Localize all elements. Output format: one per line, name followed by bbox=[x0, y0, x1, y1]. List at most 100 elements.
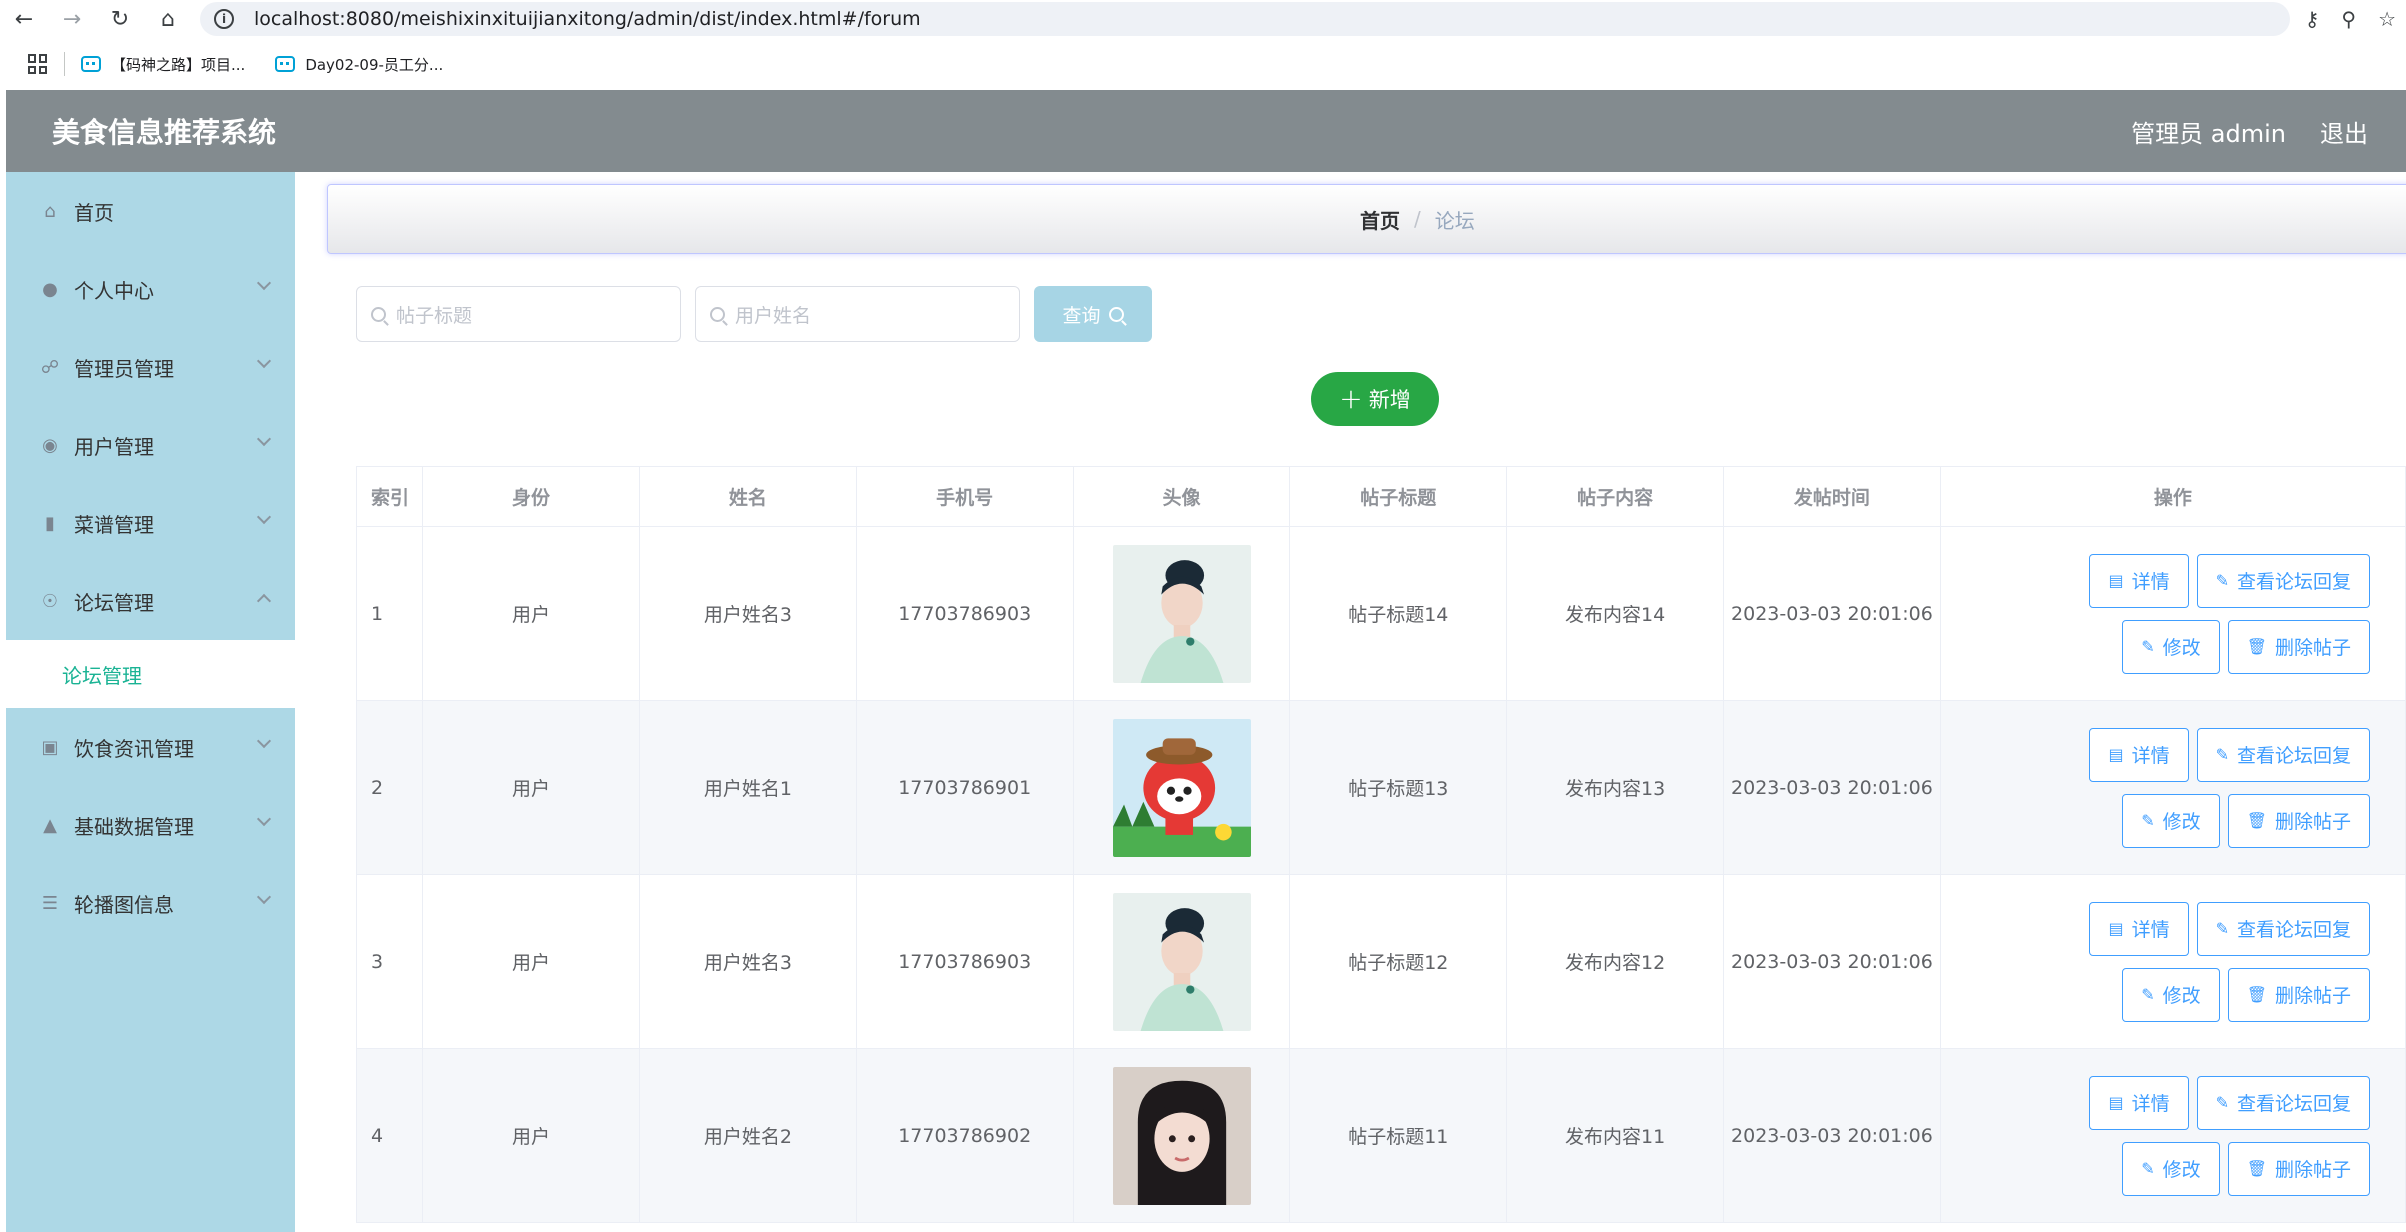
detail-button[interactable]: ▤ 详情 bbox=[2089, 901, 2189, 956]
delete-post-button[interactable]: 🗑 删除帖子 bbox=[2227, 793, 2371, 848]
plus-icon: + bbox=[1339, 382, 1363, 415]
bilibili-icon bbox=[275, 56, 296, 72]
column-header: 帖子标题 bbox=[1290, 467, 1508, 527]
edit-icon: ✎ bbox=[2141, 811, 2155, 830]
sidebar-item-forum-management[interactable]: ☉ 论坛管理 bbox=[6, 562, 295, 640]
stamp-icon: ▲ bbox=[43, 814, 57, 836]
edit-button-label: 修改 bbox=[2162, 637, 2201, 659]
cell-post-content: 发布内容14 bbox=[1507, 527, 1725, 701]
detail-button[interactable]: ▤ 详情 bbox=[2089, 553, 2189, 608]
avatar[interactable] bbox=[1112, 892, 1251, 1031]
avatar[interactable] bbox=[1112, 544, 1251, 683]
pin-icon: ◉ bbox=[42, 434, 58, 456]
post-title-search-input[interactable]: 帖子标题 bbox=[356, 286, 681, 342]
view-replies-button[interactable]: ✎ 查看论坛回复 bbox=[2196, 901, 2371, 956]
site-info-icon[interactable]: i bbox=[214, 9, 234, 29]
browser-toolbar: ← → ↻ ⌂ i localhost:8080/meishixinxituij… bbox=[0, 0, 2406, 38]
detail-button[interactable]: ▤ 详情 bbox=[2089, 727, 2189, 782]
cell-index: 1 bbox=[357, 527, 424, 701]
cell-post-time: 2023-03-03 20:01:06 bbox=[1724, 527, 1941, 701]
delete-post-button[interactable]: 🗑 删除帖子 bbox=[2227, 619, 2371, 674]
sidebar-item-personal-center[interactable]: ● 个人中心 bbox=[6, 250, 295, 328]
search-icon bbox=[371, 306, 386, 322]
cell-avatar bbox=[1073, 701, 1291, 875]
logout-link[interactable]: 退出 bbox=[2320, 114, 2368, 149]
add-button-label: 新增 bbox=[1368, 388, 1411, 412]
chevron-down-icon bbox=[256, 811, 272, 827]
person-icon: ● bbox=[42, 278, 58, 300]
detail-button[interactable]: ▤ 详情 bbox=[2089, 1075, 2189, 1130]
detail-button-label: 详情 bbox=[2131, 1093, 2170, 1115]
edit-icon: ✎ bbox=[2141, 637, 2155, 656]
bookmark-item[interactable]: Day02-09-员工分... bbox=[275, 54, 443, 75]
document-icon: ▤ bbox=[2108, 919, 2124, 938]
cell-name: 用户姓名3 bbox=[639, 527, 857, 701]
address-bar[interactable]: i localhost:8080/meishixinxituijianxiton… bbox=[200, 2, 2290, 36]
apps-icon[interactable] bbox=[28, 54, 48, 74]
edit-button[interactable]: ✎ 修改 bbox=[2122, 793, 2220, 848]
sidebar-item-admin-management[interactable]: ☍ 管理员管理 bbox=[6, 328, 295, 406]
star-icon[interactable]: ☆ bbox=[2378, 7, 2396, 31]
chevron-down-icon bbox=[256, 275, 272, 291]
placeholder-text: 用户姓名 bbox=[735, 304, 812, 327]
cell-phone: 17703786901 bbox=[856, 701, 1074, 875]
query-button[interactable]: 查询 bbox=[1034, 286, 1152, 342]
key-icon[interactable]: ⚷ bbox=[2305, 7, 2320, 31]
cell-actions: ▤ 详情 ✎ 查看论坛回复 ✎ 修改 🗑 删除帖子 bbox=[1940, 701, 2406, 875]
view-replies-button[interactable]: ✎ 查看论坛回复 bbox=[2196, 1075, 2371, 1130]
view-replies-button[interactable]: ✎ 查看论坛回复 bbox=[2196, 727, 2371, 782]
search-icon bbox=[710, 306, 725, 322]
app-header: 美食信息推荐系统 管理员 admin 退出 bbox=[6, 90, 2406, 172]
delete-post-button-label: 删除帖子 bbox=[2275, 1159, 2352, 1181]
breadcrumb-home[interactable]: 首页 bbox=[1360, 205, 1400, 234]
cell-post-content: 发布内容12 bbox=[1507, 875, 1725, 1049]
document-icon: ▤ bbox=[2108, 745, 2124, 764]
view-replies-button[interactable]: ✎ 查看论坛回复 bbox=[2196, 553, 2371, 608]
query-button-label: 查询 bbox=[1062, 304, 1101, 327]
edit-icon: ✎ bbox=[2215, 745, 2229, 764]
column-header: 姓名 bbox=[639, 467, 857, 527]
breadcrumb-separator: / bbox=[1414, 207, 1421, 231]
bookmark-label: Day02-09-员工分... bbox=[305, 55, 444, 74]
reload-button[interactable]: ↻ bbox=[96, 0, 144, 38]
trash-icon: 🗑 bbox=[2246, 1159, 2267, 1178]
view-replies-button-label: 查看论坛回复 bbox=[2237, 1093, 2352, 1115]
column-header: 索引 bbox=[357, 467, 424, 527]
delete-post-button[interactable]: 🗑 删除帖子 bbox=[2227, 967, 2371, 1022]
home-button[interactable]: ⌂ bbox=[144, 0, 192, 38]
bookmark-label: 【码神之路】项目... bbox=[111, 55, 246, 74]
sidebar-item-home[interactable]: ⌂ 首页 bbox=[6, 172, 295, 250]
sidebar-item-diet-news-management[interactable]: ▣ 饮食资讯管理 bbox=[6, 708, 295, 786]
cell-name: 用户姓名2 bbox=[639, 1049, 857, 1223]
add-button[interactable]: + 新增 bbox=[1311, 372, 1439, 426]
zoom-icon[interactable]: ⚲ bbox=[2341, 7, 2356, 31]
sidebar-item-base-data-management[interactable]: ▲ 基础数据管理 bbox=[6, 786, 295, 864]
current-user: 管理员 admin bbox=[2131, 119, 2286, 148]
edit-button[interactable]: ✎ 修改 bbox=[2122, 619, 2220, 674]
sidebar-subitem-forum-management[interactable]: 论坛管理 bbox=[6, 640, 295, 708]
delete-post-button-label: 删除帖子 bbox=[2275, 811, 2352, 833]
sidebar-item-label: 菜谱管理 bbox=[74, 512, 154, 537]
cell-role: 用户 bbox=[423, 1049, 640, 1223]
sidebar-item-carousel-info[interactable]: ☰ 轮播图信息 bbox=[6, 864, 295, 942]
bookmark-item[interactable]: 【码神之路】项目... bbox=[81, 54, 245, 75]
user-name-search-input[interactable]: 用户姓名 bbox=[695, 286, 1020, 342]
table-row: 4 用户 用户姓名2 17703786902 帖子标题11 发布内容11 2023-03-0… bbox=[357, 1049, 2406, 1223]
avatar[interactable] bbox=[1112, 1066, 1251, 1205]
trash-icon: 🗑 bbox=[2246, 811, 2267, 830]
cell-post-time: 2023-03-03 20:01:06 bbox=[1724, 875, 1941, 1049]
app-title: 美食信息推荐系统 bbox=[52, 116, 277, 149]
cell-name: 用户姓名3 bbox=[639, 875, 857, 1049]
sidebar-item-label: 基础数据管理 bbox=[74, 814, 194, 839]
avatar[interactable] bbox=[1112, 718, 1251, 857]
home-icon: ⌂ bbox=[44, 200, 56, 222]
delete-post-button[interactable]: 🗑 删除帖子 bbox=[2227, 1141, 2371, 1196]
sidebar-item-user-management[interactable]: ◉ 用户管理 bbox=[6, 406, 295, 484]
edit-button[interactable]: ✎ 修改 bbox=[2122, 1141, 2220, 1196]
forward-button[interactable]: → bbox=[48, 0, 96, 38]
sidebar-item-recipe-management[interactable]: ▮ 菜谱管理 bbox=[6, 484, 295, 562]
view-replies-button-label: 查看论坛回复 bbox=[2237, 571, 2352, 593]
edit-button[interactable]: ✎ 修改 bbox=[2122, 967, 2220, 1022]
back-button[interactable]: ← bbox=[0, 0, 48, 38]
table-row: 2 用户 用户姓名1 17703786901 帖子标题13 发布内容13 2023-03-0… bbox=[357, 701, 2406, 875]
